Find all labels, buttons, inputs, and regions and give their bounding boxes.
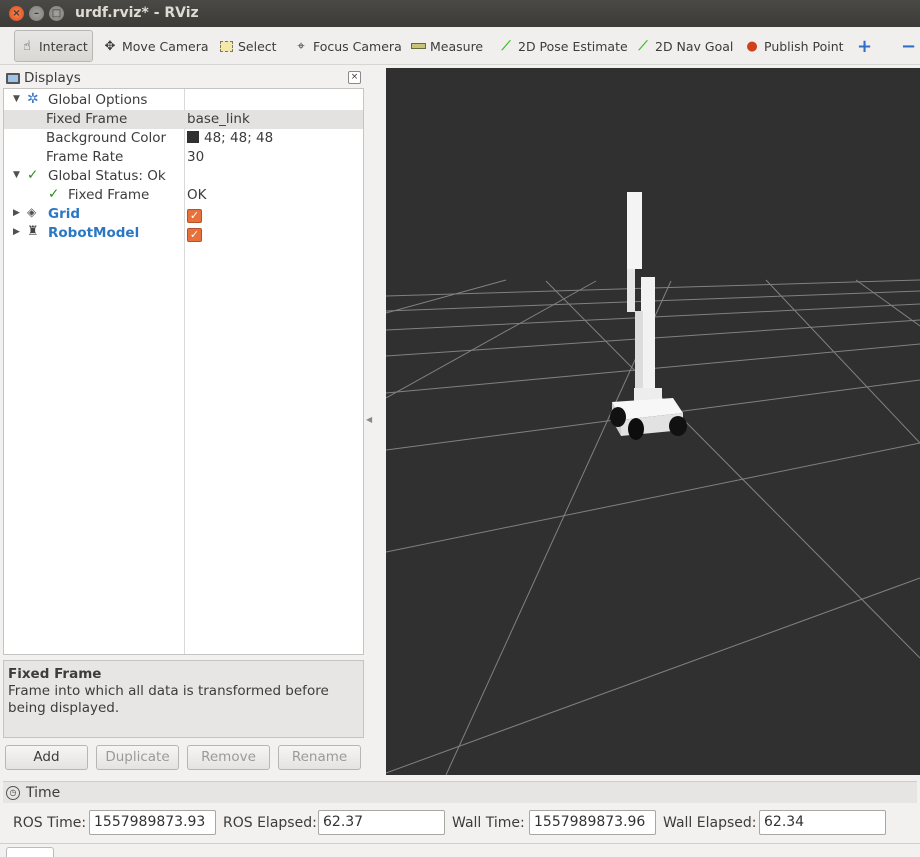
select-label: Select [238, 38, 277, 54]
focus-camera-icon: ⌖ [297, 38, 305, 54]
check-icon: ✓ [27, 167, 39, 183]
move-camera-icon: ✥ [104, 38, 116, 54]
wall-elapsed-label: Wall Elapsed: [663, 815, 757, 831]
interact-label: Interact [39, 38, 88, 54]
displays-tree[interactable]: ▼ ✲ Global Options Fixed Frame base_link… [3, 88, 364, 655]
measure-tool-button[interactable]: Measure [406, 30, 487, 62]
title-bar: × – □ urdf.rviz* - RViz [0, 0, 920, 27]
grid-scene [386, 192, 920, 775]
nav-goal-tool-button[interactable]: ⟋ 2D Nav Goal [631, 30, 737, 62]
select-tool-button[interactable]: Select [214, 30, 281, 62]
nav-goal-icon: ⟋ [638, 38, 648, 54]
displays-title: Displays [24, 70, 81, 86]
tree-row-status-fixed-frame[interactable]: ✓ Fixed Frame OK [4, 186, 363, 205]
robot-model-display-label: RobotModel [48, 225, 140, 241]
time-panel-title: Time [26, 784, 61, 801]
gear-icon: ✲ [27, 91, 39, 107]
tree-row-background-color[interactable]: Background Color 48; 48; 48 [4, 129, 363, 148]
add-tool-button[interactable]: + [853, 30, 876, 62]
move-camera-label: Move Camera [122, 38, 209, 54]
grid-display-label: Grid [48, 206, 81, 222]
check-icon: ✓ [187, 209, 202, 223]
check-icon: ✓ [48, 186, 60, 202]
displays-header: Displays × [3, 68, 364, 88]
expand-arrow-icon[interactable]: ▶ [13, 227, 20, 237]
wall-elapsed-field[interactable]: 62.34 [759, 810, 886, 835]
hand-pointer-icon: ☝ [23, 38, 31, 54]
duplicate-display-button[interactable]: Duplicate [96, 745, 179, 770]
background-color-label: Background Color [46, 130, 167, 146]
grid-icon: ◈ [27, 205, 37, 219]
displays-close-button[interactable]: × [348, 71, 361, 84]
expand-arrow-icon[interactable]: ▼ [13, 94, 20, 104]
window-maximize-button[interactable]: □ [49, 6, 64, 21]
pose-estimate-label: 2D Pose Estimate [518, 38, 628, 54]
render-viewport[interactable] [386, 68, 920, 775]
frame-rate-label: Frame Rate [46, 149, 124, 165]
ros-elapsed-label: ROS Elapsed: [223, 815, 317, 831]
toolbar: ☝ Interact ✥ Move Camera Select ⌖ Focus … [0, 27, 920, 65]
tree-row-frame-rate[interactable]: Frame Rate 30 [4, 148, 363, 167]
ros-time-label: ROS Time: [13, 815, 87, 831]
status-fixed-frame-value: OK [187, 187, 207, 203]
measure-label: Measure [430, 38, 484, 54]
interact-tool-button[interactable]: ☝ Interact [14, 30, 93, 62]
ros-time-field[interactable]: 1557989873.93 [89, 810, 216, 835]
window-minimize-button[interactable]: – [29, 6, 44, 21]
add-display-button[interactable]: Add [5, 745, 88, 770]
expand-arrow-icon[interactable]: ▼ [13, 170, 20, 180]
clock-icon: ◷ [6, 785, 20, 800]
background-color-field[interactable]: 48; 48; 48 [187, 130, 273, 146]
global-options-label: Global Options [48, 92, 148, 108]
publish-point-icon: ● [746, 38, 758, 54]
move-camera-tool-button[interactable]: ✥ Move Camera [98, 30, 213, 62]
check-icon: ✓ [187, 228, 202, 242]
time-panel-header: ◷ Time [3, 781, 917, 803]
tree-row-global-status[interactable]: ▼ ✓ Global Status: Ok [4, 167, 363, 186]
remove-display-button[interactable]: Remove [187, 745, 270, 770]
pose-estimate-icon: ⟋ [501, 38, 511, 54]
color-swatch[interactable] [187, 131, 199, 143]
select-icon [218, 38, 234, 54]
description-text: Frame into which all data is transformed… [8, 683, 329, 716]
pose-estimate-tool-button[interactable]: ⟋ 2D Pose Estimate [494, 30, 632, 62]
background-color-value: 48; 48; 48 [204, 130, 274, 146]
rename-display-button[interactable]: Rename [278, 745, 361, 770]
window-close-button[interactable]: × [9, 6, 24, 21]
tree-row-fixed-frame[interactable]: Fixed Frame base_link [4, 110, 363, 129]
publish-point-label: Publish Point [764, 38, 844, 54]
global-status-label: Global Status: Ok [48, 168, 166, 184]
focus-camera-tool-button[interactable]: ⌖ Focus Camera [289, 30, 406, 62]
wall-time-field[interactable]: 1557989873.96 [529, 810, 656, 835]
grid-enabled-checkbox[interactable]: ✓ [187, 207, 202, 223]
tree-row-robot-model[interactable]: ▶ ♜ RobotModel ✓ [4, 224, 363, 243]
nav-goal-label: 2D Nav Goal [655, 38, 734, 54]
description-title: Fixed Frame [8, 666, 102, 682]
displays-panel: Displays × ▼ ✲ Global Options Fixed Fram… [3, 68, 364, 655]
ros-elapsed-field[interactable]: 62.37 [318, 810, 445, 835]
tree-row-grid[interactable]: ▶ ◈ Grid ✓ [4, 205, 363, 224]
remove-tool-button[interactable]: − [897, 30, 920, 62]
measure-icon [410, 38, 426, 54]
time-row: ROS Time: 1557989873.93 ROS Elapsed: 62.… [0, 808, 920, 836]
status-fixed-frame-label: Fixed Frame [68, 187, 150, 203]
status-reset-button[interactable] [6, 847, 54, 857]
expand-arrow-icon[interactable]: ▶ [13, 208, 20, 218]
monitor-icon [6, 72, 20, 84]
property-description: Fixed Frame Frame into which all data is… [3, 660, 364, 738]
robot-icon: ♜ [27, 224, 39, 239]
window-title: urdf.rviz* - RViz [75, 5, 199, 21]
fixed-frame-value[interactable]: base_link [187, 111, 250, 127]
publish-point-tool-button[interactable]: ● Publish Point [740, 30, 848, 62]
wall-time-label: Wall Time: [452, 815, 525, 831]
robot-model-enabled-checkbox[interactable]: ✓ [187, 226, 202, 242]
frame-rate-value[interactable]: 30 [187, 149, 204, 165]
fixed-frame-label: Fixed Frame [46, 111, 128, 127]
tree-row-global-options[interactable]: ▼ ✲ Global Options [4, 91, 363, 110]
status-bar [0, 843, 920, 857]
focus-camera-label: Focus Camera [313, 38, 402, 54]
splitter-handle[interactable]: ◀ [366, 415, 372, 424]
